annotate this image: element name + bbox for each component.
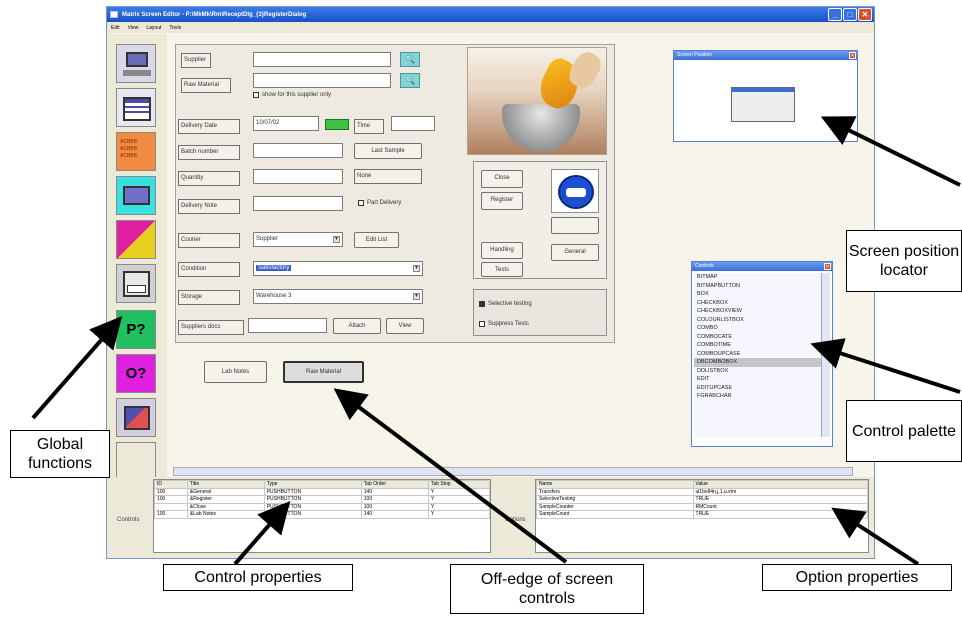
arrow-off-edge-controls xyxy=(333,388,568,564)
arrow-screen-position xyxy=(820,116,961,187)
arrow-control-palette xyxy=(810,338,961,394)
callout-control-palette: Control palette xyxy=(846,400,962,462)
callout-off-edge: Off-edge of screen controls xyxy=(450,564,644,614)
callout-screen-position: Screen position locator xyxy=(846,230,962,292)
callout-global-functions: Global functions xyxy=(10,430,110,478)
arrow-control-properties xyxy=(233,500,291,566)
arrow-global-functions xyxy=(31,315,123,420)
callout-control-properties: Control properties xyxy=(163,564,353,591)
callout-option-properties: Option properties xyxy=(762,564,952,591)
arrow-option-properties xyxy=(831,507,920,566)
annotation-arrows xyxy=(31,116,961,566)
